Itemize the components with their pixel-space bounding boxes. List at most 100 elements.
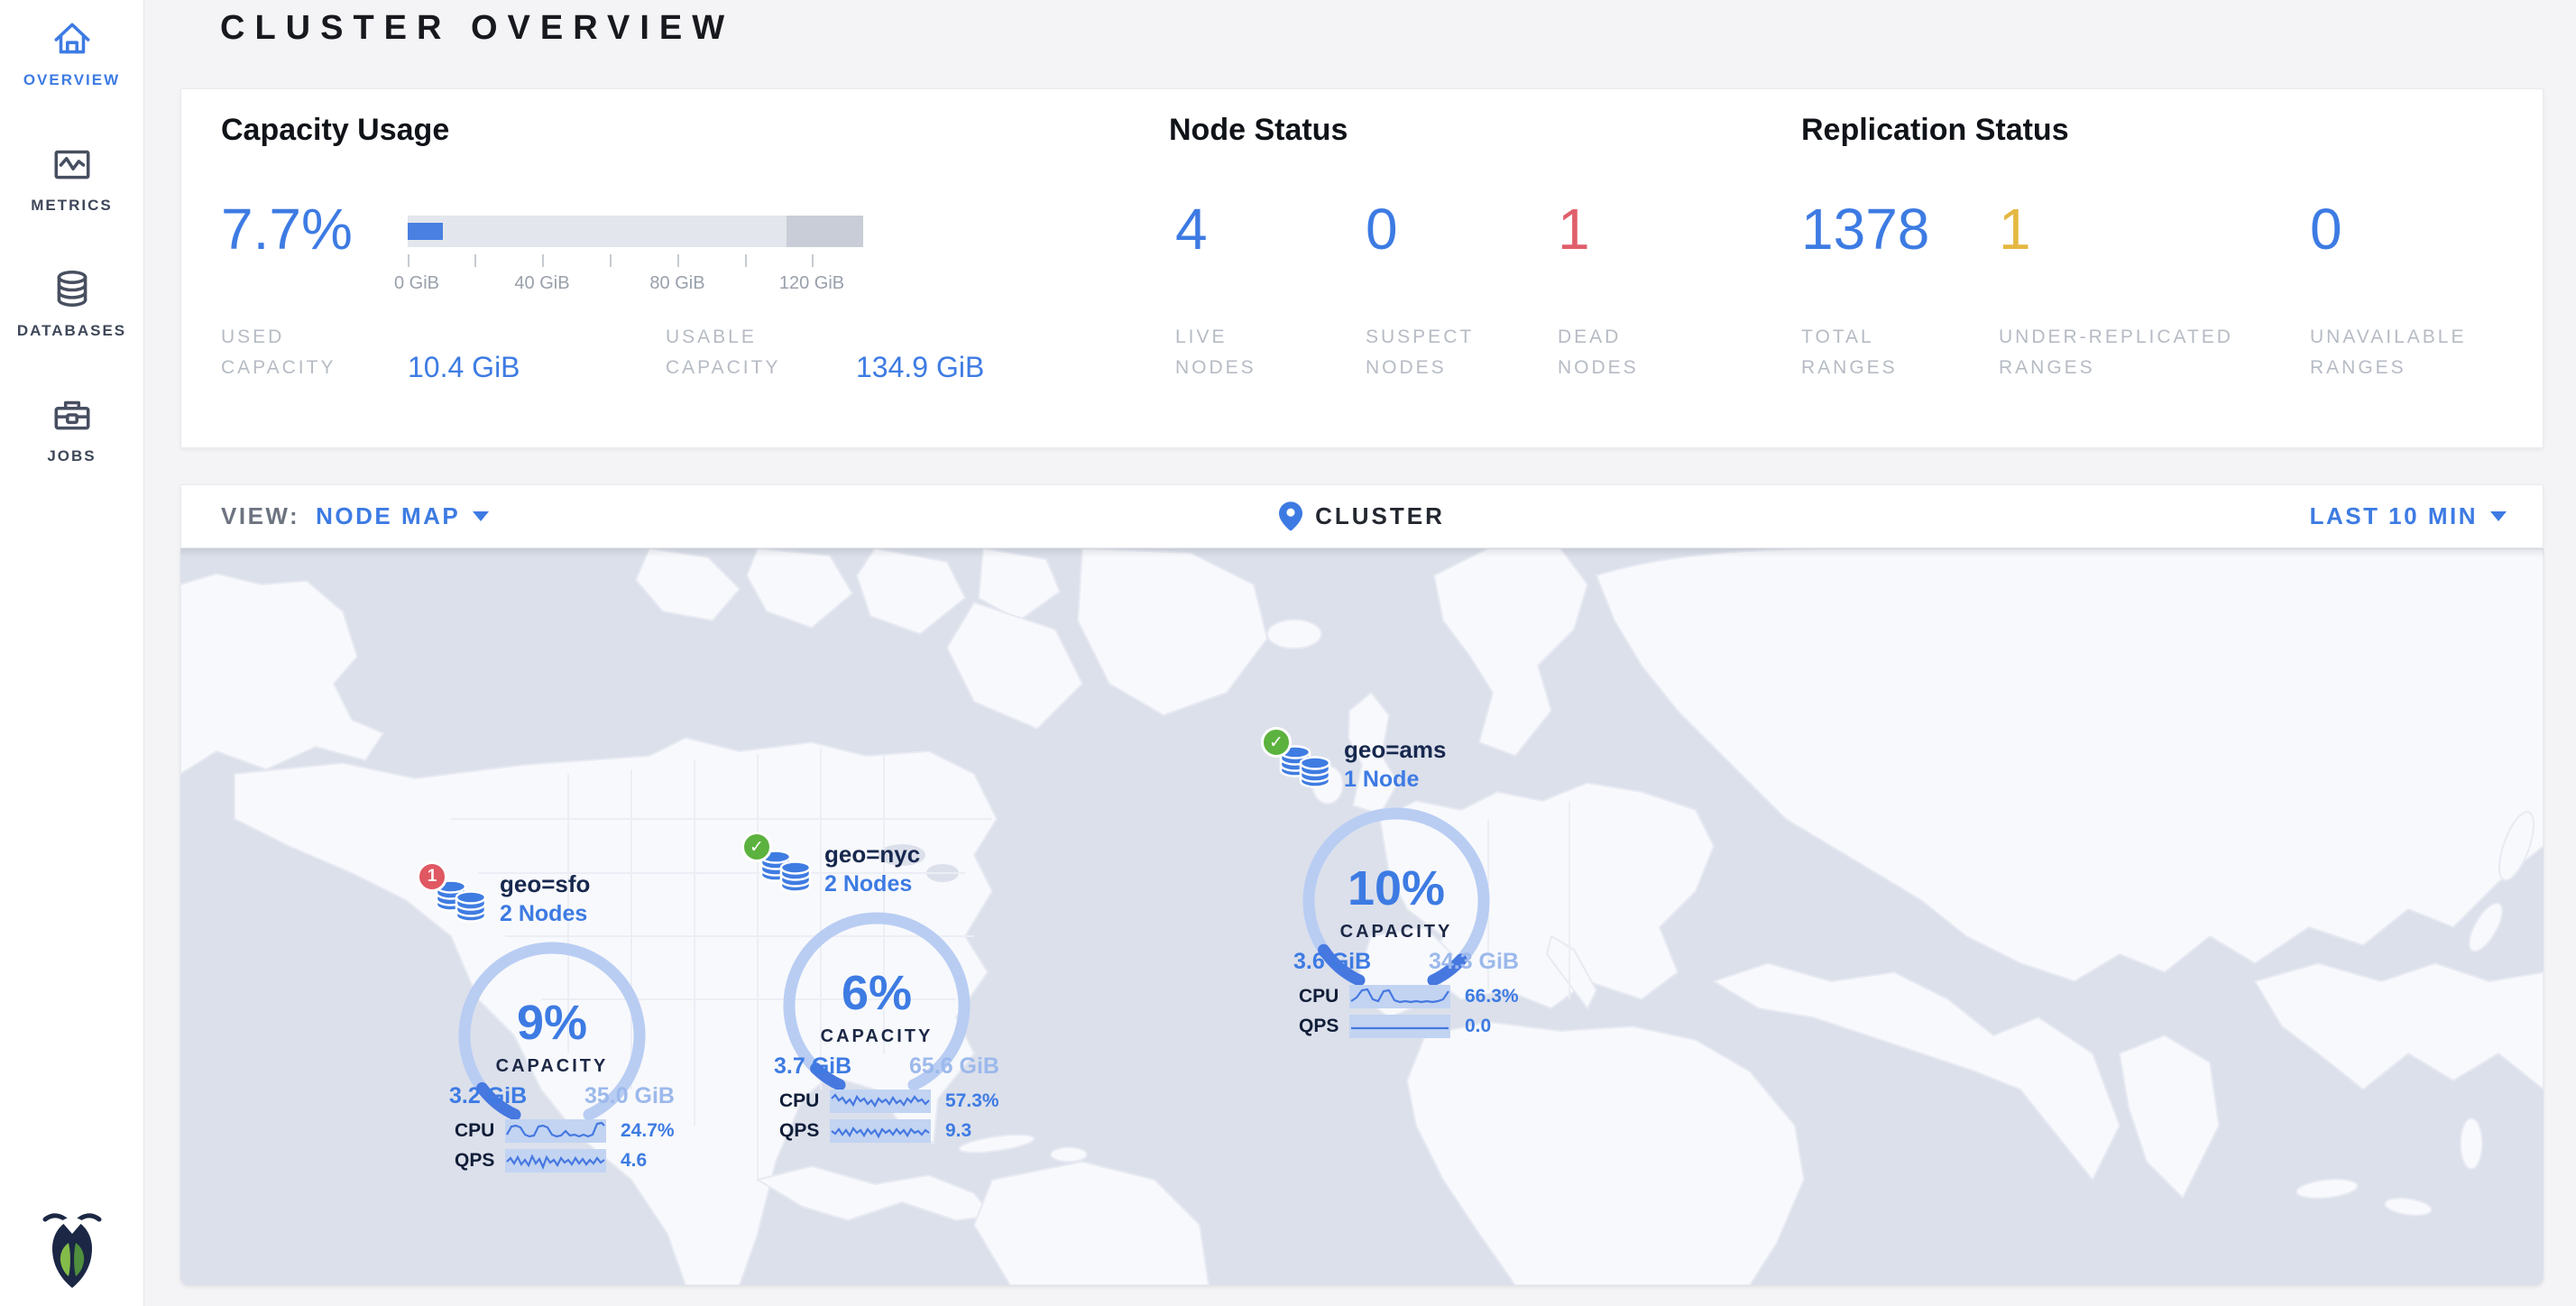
- live-nodes-count: 4: [1175, 196, 1208, 262]
- axis-tick: [745, 254, 747, 267]
- unavailable-ranges-count: 0: [2310, 196, 2342, 262]
- capacity-usage-title: Capacity Usage: [221, 113, 449, 148]
- cockroachdb-logo[interactable]: [41, 1207, 103, 1290]
- databases-icon: [50, 267, 95, 312]
- axis-tick: [542, 254, 544, 267]
- sidebar-item-databases[interactable]: DATABASES: [0, 267, 143, 340]
- total-ranges-label: TOTAL RANGES: [1801, 322, 1898, 383]
- capacity-percent: 10%: [1288, 860, 1504, 916]
- capacity-bar: 0 GiB 40 GiB 80 GiB 120 GiB: [408, 216, 863, 247]
- total-capacity: 35.0 GiB: [584, 1083, 675, 1109]
- axis-tick: [408, 254, 409, 267]
- sidebar-item-label: OVERVIEW: [0, 71, 143, 89]
- node-status-title: Node Status: [1169, 113, 1348, 148]
- cpu-sparkline: [505, 1119, 606, 1143]
- capacity-label: CAPACITY: [1288, 922, 1504, 943]
- usable-capacity-value: 134.9 GiB: [856, 351, 984, 384]
- locality-geo-sfo[interactable]: 1 geo=sfo 2 Nodes: [397, 860, 731, 1175]
- healthy-check-badge: ✓: [1261, 727, 1292, 758]
- locality-name: geo=ams: [1344, 736, 1446, 764]
- locality-name: geo=nyc: [824, 841, 920, 869]
- home-icon: [50, 16, 95, 61]
- capacity-percent: 9%: [444, 995, 660, 1051]
- cpu-value: 66.3%: [1465, 986, 1519, 1007]
- node-map: 1 geo=sfo 2 Nodes: [180, 548, 2544, 1285]
- scope-label: CLUSTER: [1315, 502, 1445, 530]
- sidebar-item-label: METRICS: [0, 197, 143, 215]
- time-range-dropdown[interactable]: LAST 10 MIN: [2310, 485, 2507, 547]
- used-capacity-value: 10.4 GiB: [408, 351, 520, 384]
- qps-sparkline: [1349, 1015, 1450, 1038]
- under-replicated-ranges-count: 1: [1999, 196, 2031, 262]
- axis-tick-label: 120 GiB: [779, 273, 844, 294]
- capacity-bar-fill: [408, 223, 443, 240]
- locality-node-count[interactable]: 2 Nodes: [824, 871, 912, 897]
- cpu-label: CPU: [779, 1090, 830, 1112]
- unavailable-ranges-label: UNAVAILABLE RANGES: [2310, 322, 2466, 383]
- capacity-used-percent: 7.7%: [221, 196, 353, 262]
- used-capacity: 3.2 GiB: [449, 1083, 527, 1109]
- breadcrumb[interactable]: CLUSTER: [181, 485, 2543, 547]
- replication-status-title: Replication Status: [1801, 113, 2069, 148]
- cpu-value: 24.7%: [621, 1120, 675, 1142]
- qps-value: 0.0: [1465, 1016, 1491, 1037]
- dead-nodes-label: DEAD NODES: [1558, 322, 1639, 383]
- axis-tick: [677, 254, 679, 267]
- qps-value: 4.6: [621, 1150, 647, 1172]
- used-capacity: 3.6 GiB: [1293, 949, 1371, 975]
- used-capacity-label: USED CAPACITY: [221, 322, 336, 383]
- live-nodes-label: LIVE NODES: [1175, 322, 1256, 383]
- summary-card: Capacity Usage 7.7% 0 GiB 40 GiB 80 GiB …: [180, 88, 2544, 448]
- capacity-bar-track: [408, 216, 863, 247]
- qps-label: QPS: [1299, 1016, 1349, 1037]
- locality-name: geo=sfo: [500, 870, 590, 898]
- sidebar-item-jobs[interactable]: JOBS: [0, 392, 143, 465]
- locality-geo-nyc[interactable]: ✓ geo=nyc 2 Nodes: [722, 830, 1055, 1145]
- page-title: CLUSTER OVERVIEW: [220, 9, 734, 48]
- jobs-icon: [50, 392, 95, 437]
- used-capacity: 3.7 GiB: [774, 1053, 851, 1080]
- location-pin-icon: [1279, 501, 1302, 531]
- total-capacity: 34.3 GiB: [1429, 949, 1519, 975]
- capacity-label: CAPACITY: [768, 1026, 985, 1047]
- qps-value: 9.3: [945, 1120, 971, 1142]
- sidebar-item-label: DATABASES: [0, 322, 143, 340]
- qps-sparkline: [830, 1119, 931, 1143]
- axis-tick-label: 80 GiB: [649, 273, 704, 294]
- sidebar: OVERVIEW METRICS DATABASES: [0, 0, 144, 1306]
- axis-tick-label: 40 GiB: [514, 273, 569, 294]
- locality-node-count[interactable]: 2 Nodes: [500, 901, 587, 927]
- sidebar-item-overview[interactable]: OVERVIEW: [0, 16, 143, 89]
- suspect-nodes-label: SUSPECT NODES: [1366, 322, 1474, 383]
- locality-geo-ams[interactable]: ✓ geo=ams 1 Node: [1241, 725, 1575, 1041]
- total-ranges-count: 1378: [1801, 196, 1929, 262]
- axis-tick: [474, 254, 476, 267]
- under-replicated-ranges-label: UNDER-REPLICATED RANGES: [1999, 322, 2233, 383]
- map-toolbar: VIEW: NODE MAP CLUSTER LAST 10 MIN: [180, 484, 2544, 548]
- locality-node-count[interactable]: 1 Node: [1344, 767, 1419, 793]
- cpu-value: 57.3%: [945, 1090, 999, 1112]
- qps-sparkline: [505, 1149, 606, 1173]
- usable-capacity-label: USABLE CAPACITY: [666, 322, 780, 383]
- axis-tick: [812, 254, 814, 267]
- qps-label: QPS: [779, 1120, 830, 1142]
- capacity-label: CAPACITY: [444, 1056, 660, 1077]
- capacity-bar-reserved: [787, 216, 863, 247]
- cluster-overview-page: OVERVIEW METRICS DATABASES: [0, 0, 2576, 1306]
- dead-nodes-count: 1: [1558, 196, 1590, 262]
- qps-label: QPS: [455, 1150, 505, 1172]
- healthy-check-badge: ✓: [741, 832, 772, 862]
- capacity-percent: 6%: [768, 965, 985, 1021]
- suspect-nodes-count: 0: [1366, 196, 1398, 262]
- error-count-badge: 1: [417, 861, 447, 892]
- axis-tick-label: 0 GiB: [394, 273, 439, 294]
- cpu-sparkline: [830, 1090, 931, 1113]
- sidebar-item-label: JOBS: [0, 447, 143, 465]
- total-capacity: 65.6 GiB: [909, 1053, 999, 1080]
- cpu-label: CPU: [455, 1120, 505, 1142]
- sidebar-item-metrics[interactable]: METRICS: [0, 142, 143, 215]
- cpu-label: CPU: [1299, 986, 1349, 1007]
- metrics-icon: [50, 142, 95, 187]
- cpu-sparkline: [1349, 985, 1450, 1008]
- axis-tick: [610, 254, 612, 267]
